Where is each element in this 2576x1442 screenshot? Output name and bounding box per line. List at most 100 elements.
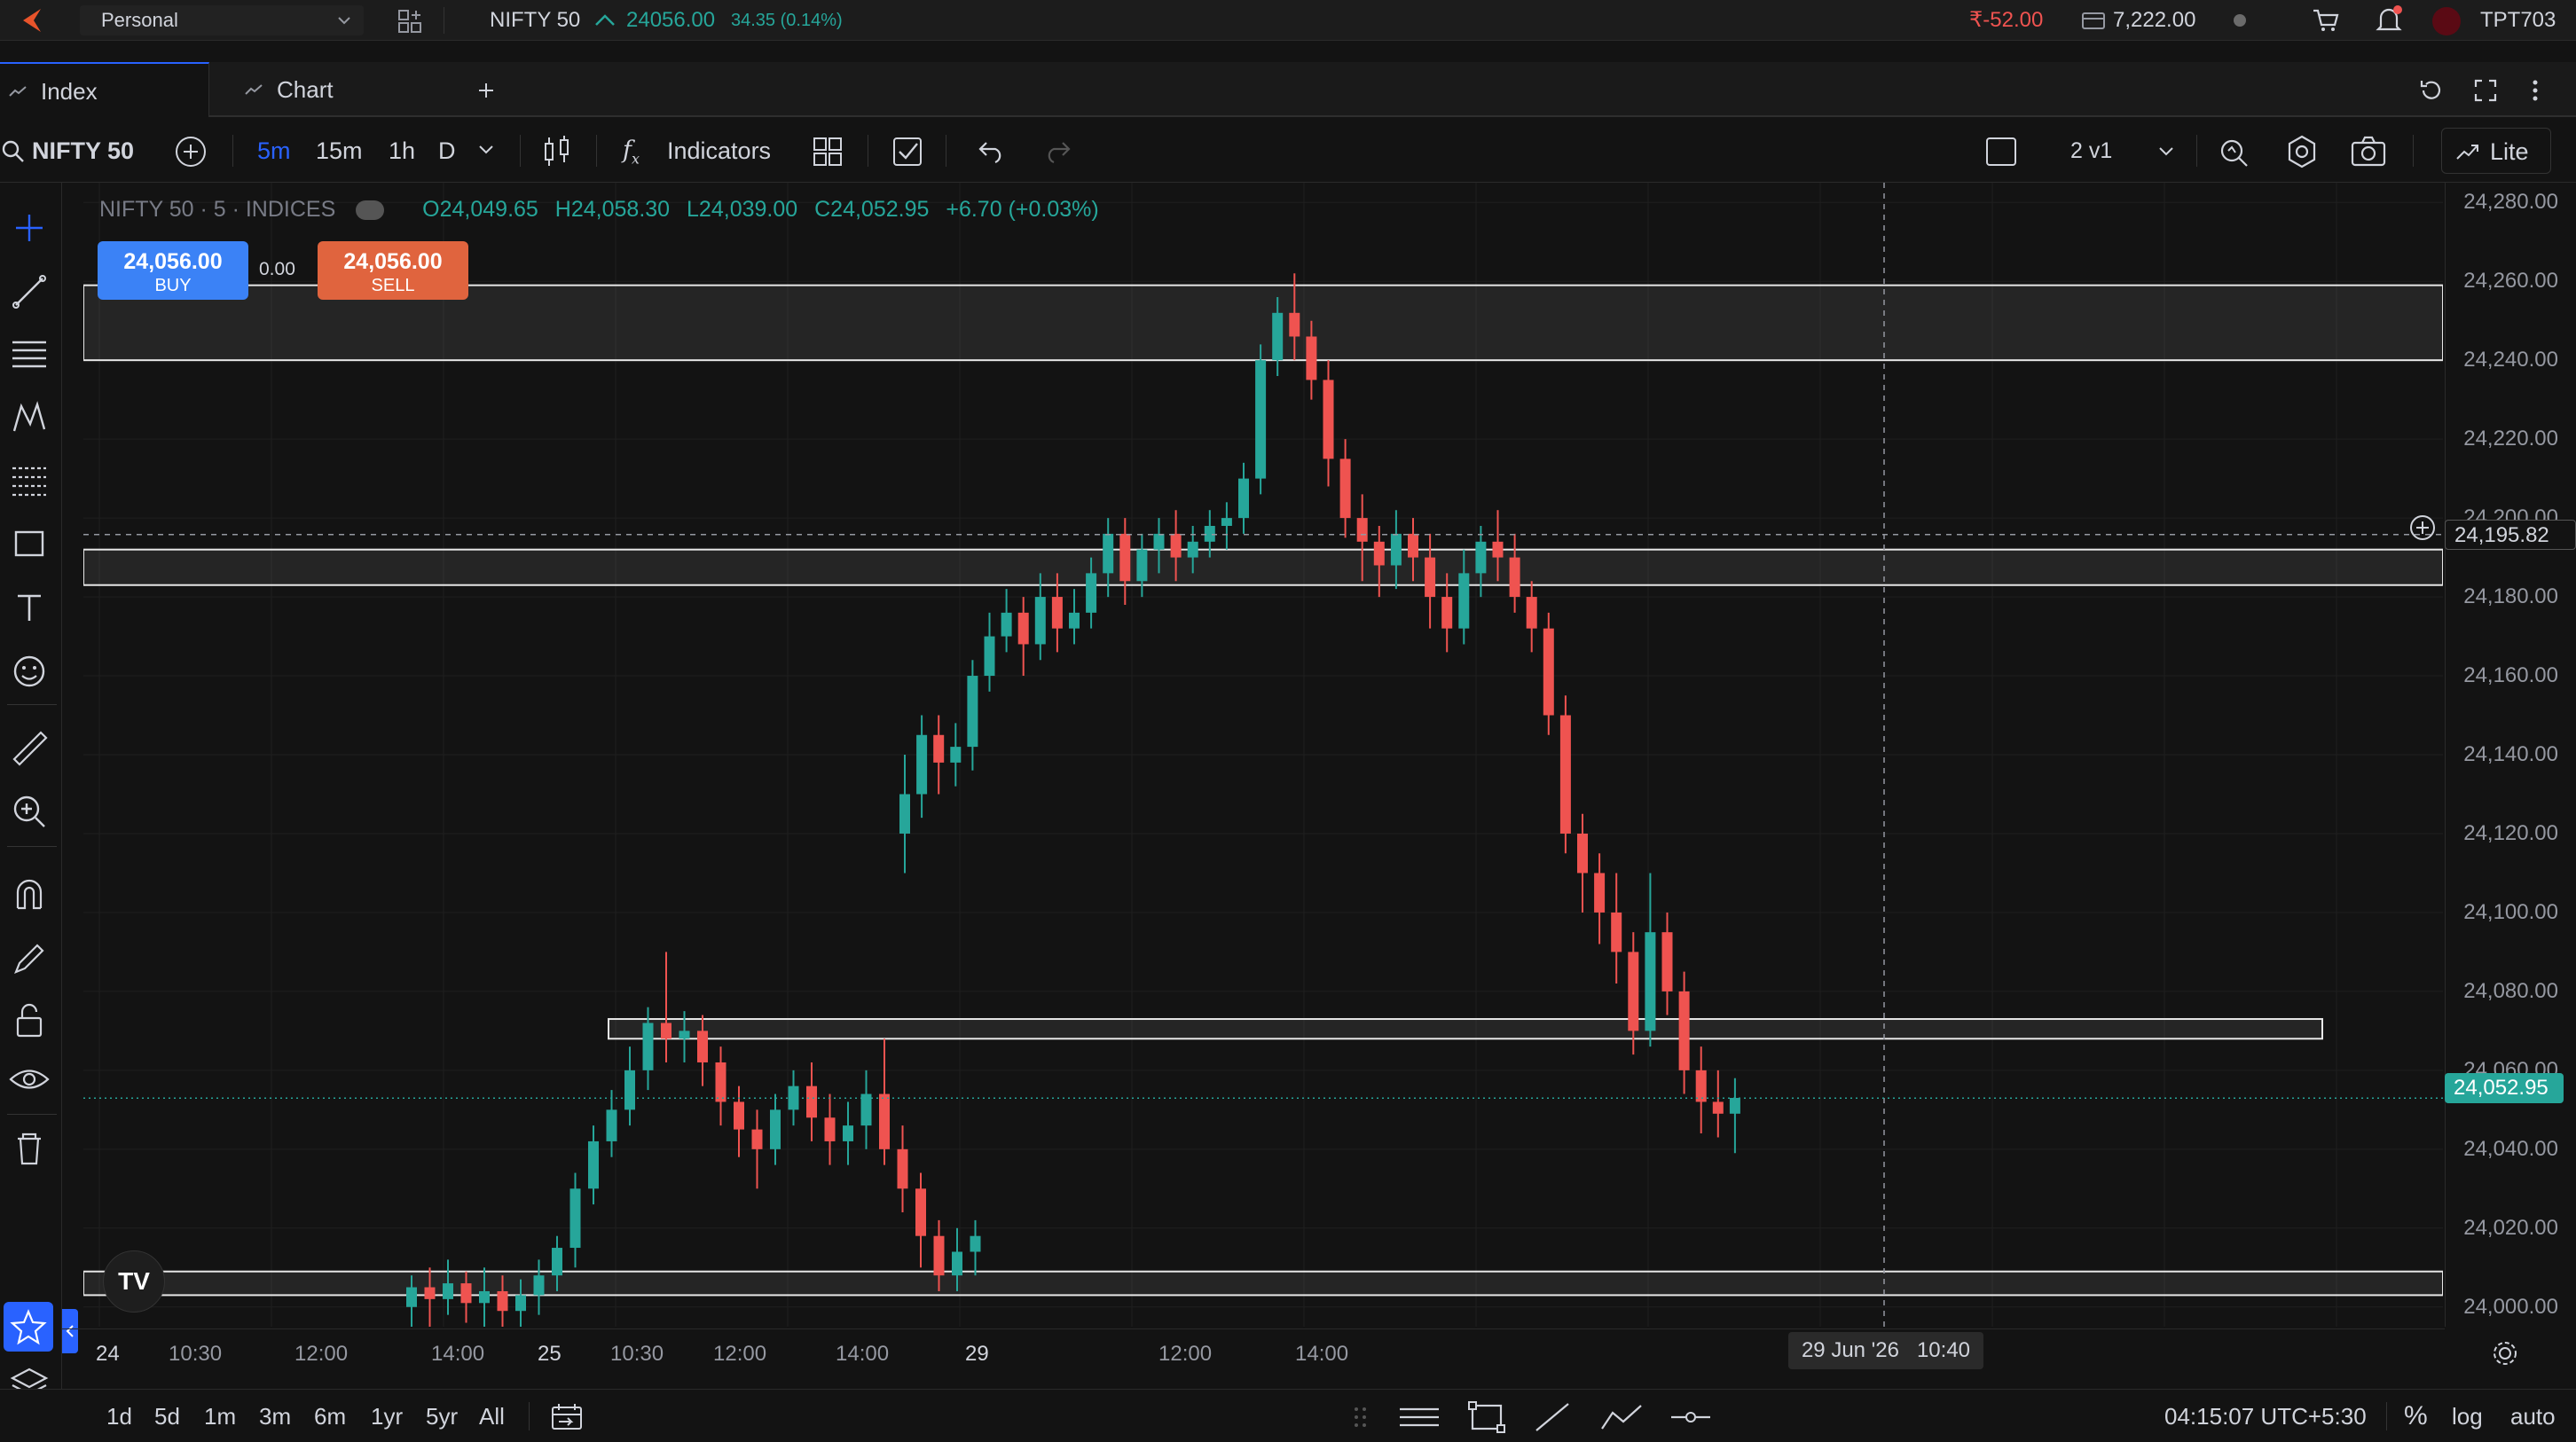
tradingview-logo[interactable]: TV <box>103 1250 165 1313</box>
watchlist-grid-icon[interactable] <box>397 9 424 35</box>
price-axis-label: 24,100.00 <box>2463 899 2558 924</box>
layout-selector[interactable]: 2 v1 <box>2070 119 2112 183</box>
symbol-search[interactable]: NIFTY 50 <box>32 119 134 183</box>
trend-line-tool-icon[interactable] <box>1533 1400 1572 1434</box>
range-5yr[interactable]: 5yr <box>426 1390 458 1442</box>
sell-button[interactable]: 24,056.00 SELL <box>318 241 468 300</box>
legend-low: L24,039.00 <box>687 197 798 222</box>
ruler-icon[interactable] <box>7 725 51 770</box>
trash-icon[interactable] <box>7 1126 51 1171</box>
log-scale-toggle[interactable]: log <box>2452 1390 2483 1442</box>
candle-body <box>661 1023 671 1039</box>
range-all[interactable]: All <box>479 1390 505 1442</box>
funds-value[interactable]: 7,222.00 <box>2113 0 2195 41</box>
pnl-value[interactable]: ₹-52.00 <box>1969 0 2043 41</box>
lite-button[interactable]: Lite <box>2441 128 2551 174</box>
auto-scale-toggle[interactable]: auto <box>2510 1390 2556 1442</box>
username[interactable]: TPT703 <box>2480 0 2556 41</box>
more-menu-icon[interactable] <box>2526 78 2544 103</box>
tab-index[interactable]: Index <box>0 62 209 117</box>
pattern-icon[interactable] <box>7 396 51 440</box>
legend-title[interactable]: NIFTY 50 · 5 · INDICES <box>99 197 335 222</box>
undo-icon[interactable] <box>978 140 1006 163</box>
favorites-button[interactable] <box>4 1302 53 1352</box>
tab-bar: Index Chart <box>0 62 2576 117</box>
sell-price: 24,056.00 <box>343 249 443 274</box>
buy-button[interactable]: 24,056.00 BUY <box>98 241 248 300</box>
notification-bell-icon[interactable] <box>2374 4 2404 35</box>
compare-add-icon[interactable] <box>174 135 208 168</box>
rectangle-tool-icon[interactable] <box>1467 1400 1506 1434</box>
percent-scale-toggle[interactable]: % <box>2404 1390 2428 1442</box>
path-tool-icon[interactable] <box>1598 1400 1645 1434</box>
divider <box>7 704 57 705</box>
chevron-down-icon[interactable] <box>2157 145 2175 158</box>
search-icon[interactable] <box>2 140 25 163</box>
indicators-button[interactable]: Indicators <box>667 119 771 183</box>
time-axis[interactable]: 24 10:30 12:00 14:00 25 10:30 12:00 14:00 29 12:0… <box>62 1328 2445 1378</box>
horizontal-ray-tool-icon[interactable] <box>1669 1402 1712 1432</box>
candle-body <box>897 1148 908 1189</box>
candle-style-icon[interactable] <box>541 135 573 168</box>
draw-mode-icon[interactable] <box>7 937 51 981</box>
drag-handle-icon[interactable] <box>1352 1404 1370 1430</box>
trend-line-icon[interactable] <box>7 270 51 314</box>
zoom-in-icon[interactable] <box>7 789 51 834</box>
redo-icon[interactable] <box>1043 140 1072 163</box>
range-3m[interactable]: 3m <box>259 1390 291 1442</box>
account-selector[interactable]: Personal <box>80 5 364 35</box>
price-axis-label: 24,280.00 <box>2463 190 2558 215</box>
templates-grid-icon[interactable] <box>813 137 843 167</box>
go-to-date-icon[interactable] <box>550 1402 585 1432</box>
price-axis-label: 24,040.00 <box>2463 1136 2558 1161</box>
camera-icon[interactable] <box>2351 135 2386 168</box>
interval-d[interactable]: D <box>438 119 456 183</box>
interval-15m[interactable]: 15m <box>316 119 363 183</box>
interval-5m[interactable]: 5m <box>257 119 291 183</box>
range-1yr[interactable]: 1yr <box>371 1390 403 1442</box>
divider <box>2386 1402 2387 1430</box>
candle-body <box>1323 380 1334 459</box>
ticker-price: 24056.00 <box>626 8 716 32</box>
text-icon[interactable] <box>7 585 51 630</box>
candle-body <box>1594 873 1606 913</box>
quick-search-icon[interactable] <box>2218 135 2251 168</box>
range-6m[interactable]: 6m <box>314 1390 346 1442</box>
app-logo-icon[interactable] <box>14 7 53 34</box>
fib-retracement-icon[interactable] <box>7 458 51 502</box>
add-tab-icon[interactable] <box>475 80 497 101</box>
range-5d[interactable]: 5d <box>154 1390 180 1442</box>
candle-body <box>933 1235 945 1276</box>
emoji-icon[interactable] <box>7 649 51 694</box>
eye-icon[interactable] <box>7 1057 51 1101</box>
candle-body <box>1238 478 1249 519</box>
cart-icon[interactable] <box>2312 7 2340 34</box>
divider <box>7 846 57 847</box>
candle-body <box>588 1140 599 1189</box>
range-1d[interactable]: 1d <box>106 1390 132 1442</box>
refresh-icon[interactable] <box>2418 78 2443 103</box>
range-1m[interactable]: 1m <box>204 1390 236 1442</box>
avatar[interactable] <box>2432 7 2461 35</box>
lock-icon[interactable] <box>7 999 51 1043</box>
hide-legend-toggle[interactable] <box>356 200 385 221</box>
price-chart[interactable] <box>83 183 2443 1327</box>
price-axis[interactable]: 24,280.00 24,260.00 24,240.00 24,220.00 24,2… <box>2445 183 2576 1327</box>
candle-body <box>970 1235 981 1252</box>
interval-1h[interactable]: 1h <box>389 119 415 183</box>
ticker-symbol[interactable]: NIFTY 50 <box>490 0 580 41</box>
horizontal-line-tool-icon[interactable] <box>1396 1402 1442 1432</box>
add-alert-icon[interactable] <box>2407 513 2438 543</box>
chart-settings-gear-icon[interactable] <box>2491 1339 2519 1368</box>
horizontal-lines-icon[interactable] <box>7 332 51 376</box>
tab-chart[interactable]: Chart <box>227 62 422 117</box>
settings-icon[interactable] <box>2285 135 2319 168</box>
magnet-icon[interactable] <box>7 873 51 917</box>
rectangle-icon[interactable] <box>7 521 51 566</box>
crosshair-icon[interactable] <box>7 206 51 250</box>
layout-single-icon[interactable] <box>1985 137 2017 167</box>
candle-body <box>1272 312 1284 361</box>
fullscreen-icon[interactable] <box>2473 78 2498 103</box>
chevron-down-icon[interactable] <box>477 144 495 156</box>
alert-checkbox-icon[interactable] <box>892 137 923 167</box>
